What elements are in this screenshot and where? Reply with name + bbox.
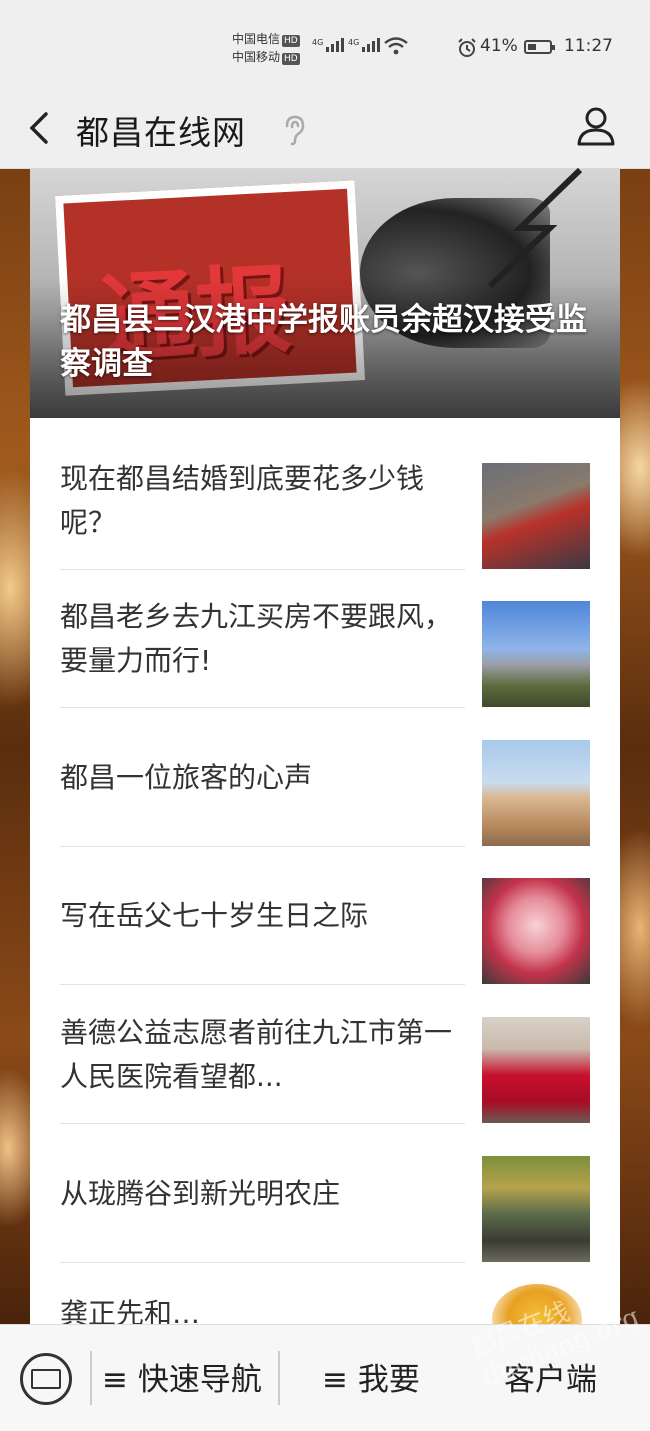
carrier-1: 中国电信 bbox=[232, 32, 281, 46]
listen-icon[interactable] bbox=[282, 114, 306, 146]
list-item[interactable]: 从珑腾谷到新光明农庄 bbox=[60, 1125, 590, 1263]
list-item[interactable]: 善德公益志愿者前往九江市第一人民医院看望都... bbox=[60, 986, 590, 1124]
article-thumbnail bbox=[482, 463, 590, 569]
article-thumbnail bbox=[482, 1156, 590, 1262]
alarm-icon bbox=[458, 38, 476, 57]
carrier-info: 中国电信 HD 中国移动 HD bbox=[232, 30, 300, 66]
battery-icon bbox=[524, 40, 555, 54]
list-item[interactable]: 写在岳父七十岁生日之际 bbox=[60, 847, 590, 985]
divider bbox=[60, 1123, 465, 1124]
hero-caption: 都昌县三汉港中学报账员余超汉接受监察调查 bbox=[60, 302, 587, 382]
article-thumbnail bbox=[482, 601, 590, 707]
signal-icon: 4G bbox=[348, 38, 381, 52]
carrier-2: 中国移动 bbox=[232, 50, 281, 64]
clock: 11:27 bbox=[564, 36, 613, 56]
list-item-title: 现在都昌结婚到底要花多少钱呢？ bbox=[60, 462, 425, 539]
hd-badge: HD bbox=[282, 53, 300, 65]
article-thumbnail bbox=[482, 878, 590, 984]
keyboard-icon[interactable] bbox=[20, 1353, 72, 1405]
back-icon[interactable] bbox=[24, 108, 54, 148]
status-bar: 中国电信 HD 中国移动 HD 4G 4G 41% 11:27 bbox=[0, 0, 650, 94]
divider bbox=[60, 707, 465, 708]
network-label: 4G bbox=[348, 38, 360, 47]
nav-bar: 都昌在线网 bbox=[0, 94, 650, 169]
list-item-title: 从珑腾谷到新光明农庄 bbox=[60, 1177, 341, 1210]
divider bbox=[278, 1351, 280, 1405]
lightning-icon bbox=[487, 168, 583, 288]
page-title: 都昌在线网 bbox=[76, 113, 246, 152]
hero-banner[interactable]: 通报 都昌县三汉港中学报账员余超汉接受监察调查 bbox=[30, 168, 620, 418]
divider bbox=[60, 984, 465, 985]
list-item-title: 写在岳父七十岁生日之际 bbox=[60, 899, 369, 932]
list-item-title: 都昌一位旅客的心声 bbox=[60, 761, 313, 794]
divider bbox=[60, 1262, 465, 1263]
wifi-icon bbox=[384, 37, 408, 55]
i-want-button[interactable]: ≡ 我要 bbox=[322, 1355, 420, 1405]
list-item-title: 善德公益志愿者前往九江市第一人民医院看望都... bbox=[60, 1016, 453, 1093]
signal-icon: 4G bbox=[312, 38, 345, 52]
list-item[interactable]: 现在都昌结婚到底要花多少钱呢？ bbox=[60, 432, 590, 570]
user-icon[interactable] bbox=[574, 104, 618, 148]
divider bbox=[90, 1351, 92, 1405]
quick-nav-button[interactable]: ≡ 快速导航 bbox=[102, 1355, 262, 1405]
article-thumbnail bbox=[482, 740, 590, 846]
list-item[interactable]: 都昌老乡去九江买房不要跟风，要量力而行! bbox=[60, 570, 590, 708]
network-label: 4G bbox=[312, 38, 324, 47]
battery-percent: 41% bbox=[480, 36, 518, 56]
list-item[interactable]: 都昌一位旅客的心声 bbox=[60, 709, 590, 847]
hd-badge: HD bbox=[282, 35, 300, 47]
list-item-title: 都昌老乡去九江买房不要跟风，要量力而行! bbox=[60, 600, 453, 677]
article-thumbnail bbox=[482, 1017, 590, 1123]
article-list-card: 通报 都昌县三汉港中学报账员余超汉接受监察调查 现在都昌结婚到底要花多少钱呢？ … bbox=[30, 168, 620, 1354]
